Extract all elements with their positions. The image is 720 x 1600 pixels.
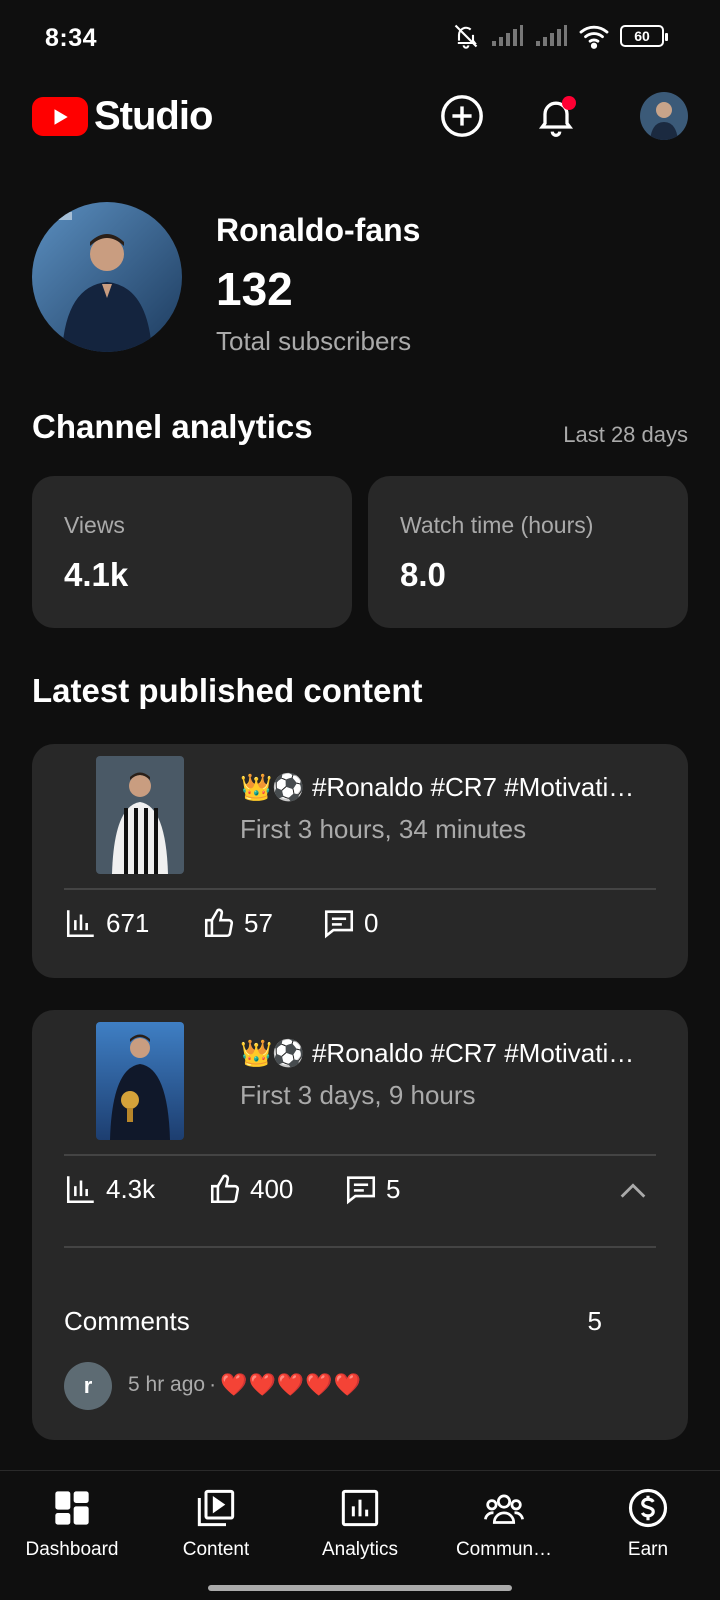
bottom-nav: Dashboard Content Analytics Commun… Earn	[0, 1470, 720, 1570]
battery-icon: 60	[620, 25, 668, 47]
bar-chart-icon	[66, 1176, 94, 1204]
bell-muted-icon	[454, 24, 478, 49]
views-stat: 4.3k	[64, 1172, 155, 1206]
video-subtitle: First 3 hours, 34 minutes	[240, 814, 527, 844]
earn-icon	[627, 1487, 669, 1529]
video-card[interactable]: 👑⚽ #Ronaldo #CR7 #Motivati… First 3 days…	[32, 1010, 688, 1440]
views-value: 4.3k	[106, 1173, 156, 1204]
nav-label: Earn	[627, 1539, 669, 1560]
divider	[64, 1154, 656, 1156]
likes-stat: 400	[208, 1172, 293, 1206]
collapse-chevron-icon[interactable]	[616, 1174, 650, 1208]
divider	[64, 888, 656, 890]
comments-value: 5	[386, 1173, 401, 1204]
likes-value: 400	[250, 1173, 294, 1204]
comments-label: Comments	[64, 1306, 190, 1336]
account-avatar[interactable]	[640, 92, 688, 140]
youtube-play-icon	[32, 97, 88, 136]
wifi-icon	[579, 25, 609, 49]
watch-time-card[interactable]: Watch time (hours) 8.0	[368, 476, 688, 628]
comment-text: ❤️❤️❤️❤️❤️	[220, 1372, 363, 1397]
metric-value: 8.0	[400, 556, 446, 593]
plus-circle-icon	[441, 95, 483, 137]
video-thumbnail[interactable]	[96, 756, 184, 874]
nav-label: Dashboard	[25, 1539, 119, 1560]
metric-label: Views	[64, 512, 125, 538]
subscriber-label: Total subscribers	[216, 326, 412, 356]
comment-time: 5 hr ago	[128, 1373, 206, 1396]
views-value: 671	[106, 907, 150, 938]
app-bar: Studio	[0, 76, 720, 156]
comments-stat: 5	[344, 1172, 400, 1206]
bar-chart-icon	[66, 910, 94, 938]
nav-label: Commun…	[455, 1539, 553, 1560]
comments-stat: 0	[322, 906, 378, 940]
likes-value: 57	[244, 907, 273, 938]
video-thumbnail[interactable]	[96, 1022, 184, 1140]
latest-content-title: Latest published content	[32, 672, 423, 709]
logo-text: Studio	[94, 94, 213, 138]
comments-value: 0	[364, 907, 379, 938]
subscriber-count: 132	[216, 263, 293, 315]
nav-community[interactable]: Commun…	[432, 1471, 576, 1570]
nav-dashboard[interactable]: Dashboard	[0, 1471, 144, 1570]
nav-earn[interactable]: Earn	[576, 1471, 720, 1570]
status-bar: 8:34 60	[0, 0, 720, 76]
metric-label: Watch time (hours)	[400, 512, 594, 538]
content-icon	[195, 1487, 237, 1529]
nav-analytics[interactable]: Analytics	[288, 1471, 432, 1570]
video-title: 👑⚽ #Ronaldo #CR7 #Motivati…	[240, 1038, 635, 1068]
analytics-icon	[339, 1487, 381, 1529]
studio-logo: Studio	[32, 94, 213, 139]
comments-count: 5	[587, 1306, 602, 1336]
signal-icon-2	[536, 25, 567, 46]
views-stat: 671	[64, 906, 149, 940]
divider	[64, 1246, 656, 1248]
views-card[interactable]: Views 4.1k	[32, 476, 352, 628]
nav-label: Analytics	[321, 1539, 399, 1560]
notification-dot	[562, 96, 576, 110]
channel-avatar	[32, 202, 182, 352]
comment-separator: ·	[209, 1373, 217, 1396]
thumbs-up-icon	[204, 908, 234, 938]
analytics-period: Last 28 days	[563, 422, 688, 447]
signal-icon	[492, 25, 523, 46]
video-subtitle: First 3 days, 9 hours	[240, 1080, 476, 1110]
metric-value: 4.1k	[64, 556, 129, 593]
channel-name: Ronaldo-fans	[216, 212, 421, 248]
analytics-title: Channel analytics	[32, 408, 313, 445]
comment-row[interactable]: 5 hr ago · ❤️❤️❤️❤️❤️	[128, 1372, 362, 1398]
likes-stat: 57	[202, 906, 273, 940]
nav-label: Content	[182, 1539, 250, 1560]
comment-icon	[324, 910, 354, 939]
thumbs-up-icon	[210, 1174, 240, 1204]
dashboard-icon	[51, 1487, 93, 1529]
status-icons: 60	[452, 22, 668, 50]
video-title: 👑⚽ #Ronaldo #CR7 #Motivati…	[240, 772, 635, 802]
nav-content[interactable]: Content	[144, 1471, 288, 1570]
video-card[interactable]: 👑⚽ #Ronaldo #CR7 #Motivati… First 3 hour…	[32, 744, 688, 978]
status-time: 8:34	[45, 24, 98, 52]
gesture-bar[interactable]	[208, 1585, 512, 1591]
notifications-button[interactable]	[530, 90, 582, 142]
commenter-avatar[interactable]: r	[64, 1362, 112, 1410]
create-button[interactable]	[436, 90, 488, 142]
community-icon	[483, 1487, 525, 1529]
comment-icon	[346, 1176, 376, 1205]
